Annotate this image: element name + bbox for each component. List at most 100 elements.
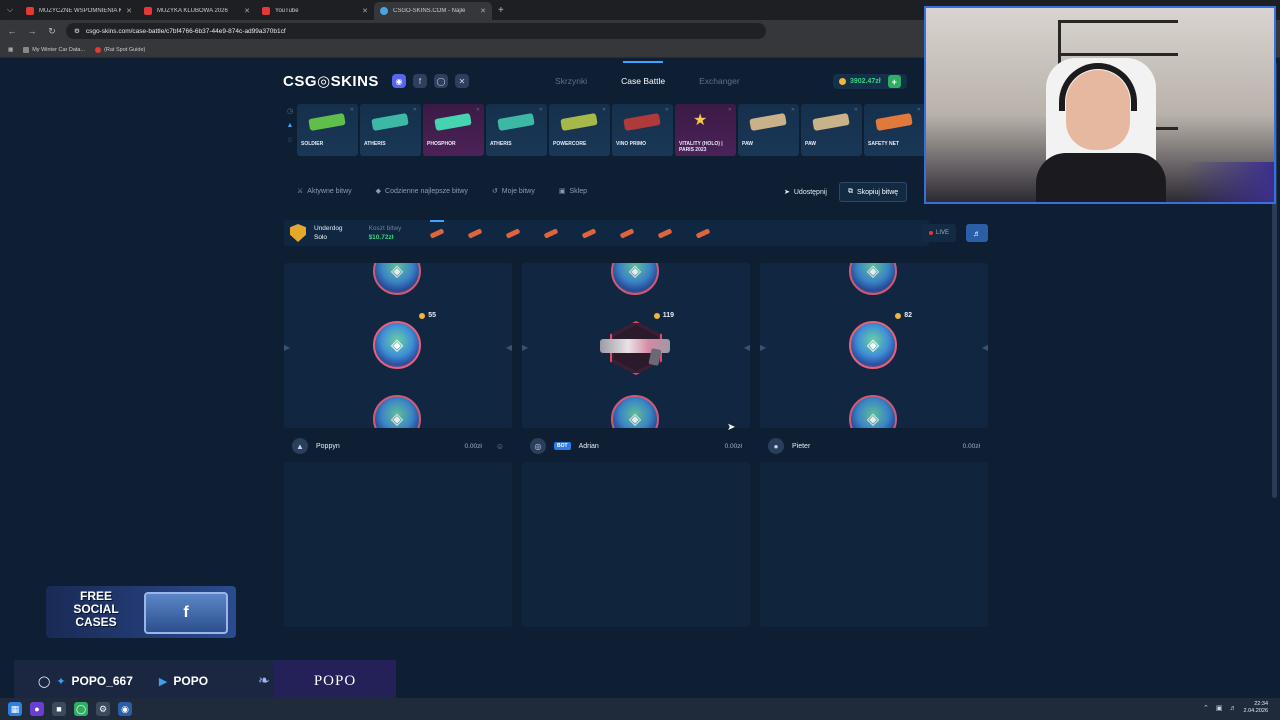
chrome-icon[interactable]: ◯ xyxy=(74,702,88,716)
close-icon[interactable]: ✕ xyxy=(917,107,921,113)
mode-label: Underdog xyxy=(314,225,343,232)
close-icon[interactable]: ✕ xyxy=(126,7,132,15)
player-spinner-2: ▶ ◀ ◈ ◈ 119 xyxy=(522,263,750,428)
app-icon[interactable]: ■ xyxy=(52,702,66,716)
url-input[interactable]: ⚙ csgo-skins.com/case-battle/c7bf4766-6b… xyxy=(66,23,766,39)
close-icon[interactable]: ✕ xyxy=(665,107,669,113)
back-icon[interactable]: ← xyxy=(6,26,18,36)
drop-name: SAFETY NET xyxy=(868,141,900,147)
round-item xyxy=(501,222,525,244)
live-drop-card[interactable]: ✕ ★ VITALITY (HOLO) | PARIS 2023 xyxy=(675,104,736,156)
system-tray: ⌃ ▣ ♬ 22:34 2.04.2026 xyxy=(1203,701,1268,715)
forward-icon[interactable]: → xyxy=(26,26,38,36)
close-icon[interactable]: ✕ xyxy=(480,7,486,15)
tab-search-icon[interactable]: ⌵ xyxy=(0,5,20,15)
tab-title: CSGO-SKINS.COM - Najle xyxy=(393,8,466,14)
close-icon[interactable]: ✕ xyxy=(476,107,480,113)
close-icon[interactable]: ✕ xyxy=(728,107,732,113)
browser-tab-2[interactable]: MUZYKA KLUBOWA 2026 ✕ xyxy=(138,2,256,20)
live-drop-card[interactable]: ✕ POWERCORE xyxy=(549,104,610,156)
player-value: 0.00zł xyxy=(962,442,980,450)
browser-tab-1[interactable]: MUZYCZNE WSPOMNIENIA KL ✕ xyxy=(20,2,138,20)
reload-icon[interactable]: ↻ xyxy=(46,26,58,37)
close-icon[interactable]: ✕ xyxy=(602,107,606,113)
close-icon[interactable]: ✕ xyxy=(362,7,368,15)
thumbs-up-icon[interactable]: ▲ xyxy=(287,122,294,129)
share-button[interactable]: ➤ Udostępnij xyxy=(778,188,833,197)
app-icon[interactable]: ● xyxy=(30,702,44,716)
steam-icon[interactable]: ◉ xyxy=(118,702,132,716)
player-name[interactable]: Adrian xyxy=(579,443,599,450)
deposit-button[interactable]: + xyxy=(887,75,901,88)
start-icon[interactable]: ▦ xyxy=(8,702,22,716)
close-icon[interactable]: ✕ xyxy=(350,107,354,113)
tab-shop[interactable]: ▣ Sklep xyxy=(559,187,587,196)
share-icon: ➤ xyxy=(784,189,790,196)
emoji-icon[interactable]: ☺ xyxy=(496,442,504,451)
cost-label: Koszt bitwy xyxy=(368,225,402,232)
live-drops-feed: ✕ SOLDIER ✕ ATHERIS ✕ PHOSPHOR ✕ ATHERIS ✕ POWERC… xyxy=(297,104,925,156)
live-drop-card[interactable]: ✕ PHOSPHOR xyxy=(423,104,484,156)
tab-my-battles[interactable]: ↺ Moje bitwy xyxy=(491,187,535,196)
sound-toggle-button[interactable]: ♬ xyxy=(966,224,988,242)
weapon-skin-image xyxy=(560,112,598,132)
clock-icon[interactable]: ◷ xyxy=(287,107,293,115)
drop-name: ATHERIS xyxy=(364,141,386,147)
volume-icon[interactable]: ♬ xyxy=(1230,705,1237,712)
nav-skrzynki[interactable]: Skrzynki xyxy=(555,76,587,86)
site-logo[interactable]: CSG◎SKINS xyxy=(283,72,379,90)
live-drop-card[interactable]: ✕ SAFETY NET xyxy=(864,104,925,156)
close-icon[interactable]: ✕ xyxy=(413,107,417,113)
weapon-skin-image xyxy=(875,112,913,132)
csgo-skins-icon xyxy=(380,7,388,15)
avatar[interactable]: ▲ xyxy=(292,438,308,454)
site-info-icon[interactable]: ⚙ xyxy=(74,27,80,35)
weapon-case-icon xyxy=(658,227,673,239)
tab-active-battles[interactable]: ⚔ Aktywne bitwy xyxy=(297,187,352,196)
round-item xyxy=(539,222,563,244)
player-name[interactable]: Poppyn xyxy=(316,443,340,450)
player-row-3: ● Pieter 0.00zł xyxy=(760,434,988,458)
browser-tab-3[interactable]: YouTube ✕ xyxy=(256,2,374,20)
apps-icon[interactable]: ▦ xyxy=(8,47,13,53)
live-drop-card[interactable]: ✕ SOLDIER xyxy=(297,104,358,156)
player-name[interactable]: Pieter xyxy=(792,443,810,450)
player-drops-pane xyxy=(522,462,750,627)
browser-tab-4[interactable]: CSGO-SKINS.COM - Najle ✕ xyxy=(374,2,492,20)
tab-daily-best[interactable]: ◆ Codzienne najlepsze bitwy xyxy=(376,187,468,196)
chevron-up-icon[interactable]: ⌃ xyxy=(1203,704,1209,712)
clock[interactable]: 22:34 2.04.2026 xyxy=(1244,701,1268,715)
avatar[interactable]: ● xyxy=(768,438,784,454)
nav-case-battle[interactable]: Case Battle xyxy=(621,61,665,86)
player-spinner-3: ▶ ◀ ◈ ◈ ◈ 82 xyxy=(760,263,988,428)
case-item-winning: ◈ xyxy=(373,321,421,369)
copy-battle-button[interactable]: ⧉ Skopiuj bitwę xyxy=(838,182,908,202)
clock-time: 22:34 xyxy=(1254,701,1268,707)
round-item xyxy=(653,222,677,244)
live-drop-card[interactable]: ✕ VINO PRIMO xyxy=(612,104,673,156)
close-icon[interactable]: ✕ xyxy=(791,107,795,113)
facebook-icon[interactable]: f xyxy=(413,74,427,88)
avatar[interactable]: ◎ xyxy=(530,438,546,454)
close-icon[interactable]: ✕ xyxy=(244,7,250,15)
arrow-left-icon: ◀ xyxy=(505,343,512,352)
live-drop-card[interactable]: ✕ PAW xyxy=(801,104,862,156)
settings-icon[interactable]: ⚙ xyxy=(96,702,110,716)
close-icon[interactable]: ✕ xyxy=(539,107,543,113)
bookmark-item[interactable]: My Winter Car Data... xyxy=(23,46,85,53)
x-icon[interactable]: ✕ xyxy=(455,74,469,88)
star-icon[interactable]: ☆ xyxy=(287,136,293,144)
close-icon[interactable]: ✕ xyxy=(854,107,858,113)
balance-display[interactable]: 3902.47zł + xyxy=(833,74,907,89)
live-drop-card[interactable]: ✕ ATHERIS xyxy=(360,104,421,156)
live-drop-card[interactable]: ✕ PAW xyxy=(738,104,799,156)
live-drop-card[interactable]: ✕ ATHERIS xyxy=(486,104,547,156)
new-tab-button[interactable]: + xyxy=(498,5,504,16)
round-item xyxy=(577,222,601,244)
network-icon[interactable]: ▣ xyxy=(1216,704,1223,712)
discord-icon[interactable]: ◉ xyxy=(392,74,406,88)
instagram-icon[interactable]: ◯ xyxy=(434,74,448,88)
bookmark-item[interactable]: (Rat Spot Guide) xyxy=(95,46,145,53)
nav-exchanger[interactable]: Exchanger xyxy=(699,76,740,86)
history-icon: ↺ xyxy=(491,188,498,195)
